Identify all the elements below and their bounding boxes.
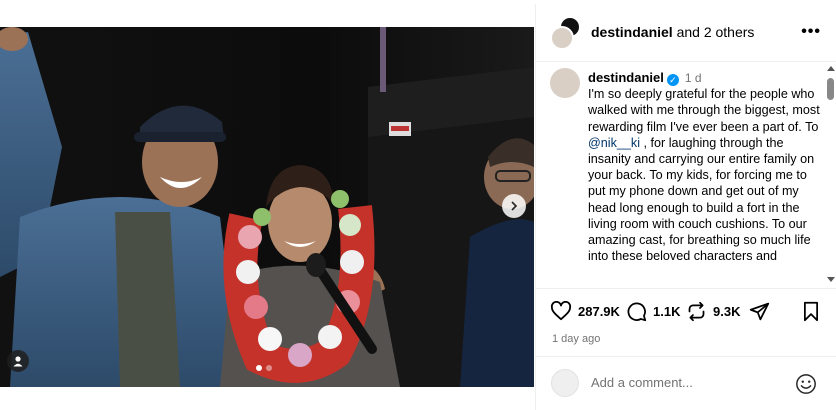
tagged-users-button[interactable] — [7, 350, 29, 372]
collab-avatars[interactable] — [550, 16, 581, 50]
repost-button[interactable]: 9.3K — [686, 301, 740, 322]
bookmark-icon — [804, 301, 818, 322]
avatar[interactable] — [550, 68, 580, 98]
like-count[interactable]: 287.9K — [578, 304, 620, 319]
repost-count[interactable]: 9.3K — [713, 304, 740, 319]
heart-icon — [550, 301, 572, 321]
like-button[interactable]: 287.9K — [550, 301, 620, 321]
comment-button[interactable]: 1.1K — [626, 301, 680, 322]
scroll-thumb[interactable] — [827, 78, 834, 100]
avatar — [551, 369, 579, 397]
caption-text: , for laughing through the insanity and … — [588, 135, 815, 264]
save-button[interactable] — [802, 301, 820, 322]
share-icon — [749, 302, 770, 321]
next-slide-button[interactable] — [502, 194, 526, 218]
comment-icon — [627, 302, 647, 322]
scroll-up-arrow-icon[interactable] — [827, 66, 835, 71]
caption-scrollbar[interactable] — [826, 66, 835, 282]
carousel-dot-active — [256, 365, 262, 371]
emoji-icon — [796, 374, 816, 394]
post-authors: destindaniel and 2 others — [591, 24, 754, 40]
comment-input[interactable] — [591, 375, 786, 390]
share-button[interactable] — [749, 301, 770, 322]
caption-time[interactable]: 1 d — [685, 71, 702, 85]
avatar — [550, 26, 574, 50]
caption: destindaniel ✓ 1 d I'm so deeply grateful … — [588, 70, 820, 264]
chevron-right-icon — [511, 201, 518, 211]
author-username[interactable]: destindaniel — [591, 24, 673, 40]
instagram-post: destindaniel and 2 others ••• destindani… — [0, 0, 836, 410]
carousel-dot — [266, 365, 272, 371]
repost-icon — [688, 301, 705, 322]
action-bar: 287.9K 1.1K 9.3K 1 day ago — [536, 288, 836, 356]
comment-composer — [536, 356, 836, 410]
post-header: destindaniel and 2 others ••• — [536, 4, 836, 62]
carousel-indicator — [256, 365, 272, 371]
more-options-button[interactable]: ••• — [801, 23, 821, 41]
post-media[interactable] — [0, 27, 534, 387]
user-tag-icon — [13, 356, 23, 367]
comment-count[interactable]: 1.1K — [653, 304, 680, 319]
verified-badge-icon: ✓ — [666, 74, 679, 86]
caption-text: I'm so deeply grateful for the people wh… — [588, 87, 820, 134]
scroll-down-arrow-icon[interactable] — [827, 277, 835, 282]
caption-mention[interactable]: @nik__ki — [588, 136, 640, 150]
caption-section: destindaniel ✓ 1 d I'm so deeply grateful … — [536, 62, 836, 288]
post-details-panel: destindaniel and 2 others ••• destindani… — [535, 4, 836, 410]
emoji-button[interactable] — [795, 373, 817, 400]
post-photo — [0, 27, 534, 387]
caption-username[interactable]: destindaniel — [588, 70, 664, 85]
post-date[interactable]: 1 day ago — [552, 333, 600, 345]
collaborators-text[interactable]: and 2 others — [673, 24, 755, 40]
